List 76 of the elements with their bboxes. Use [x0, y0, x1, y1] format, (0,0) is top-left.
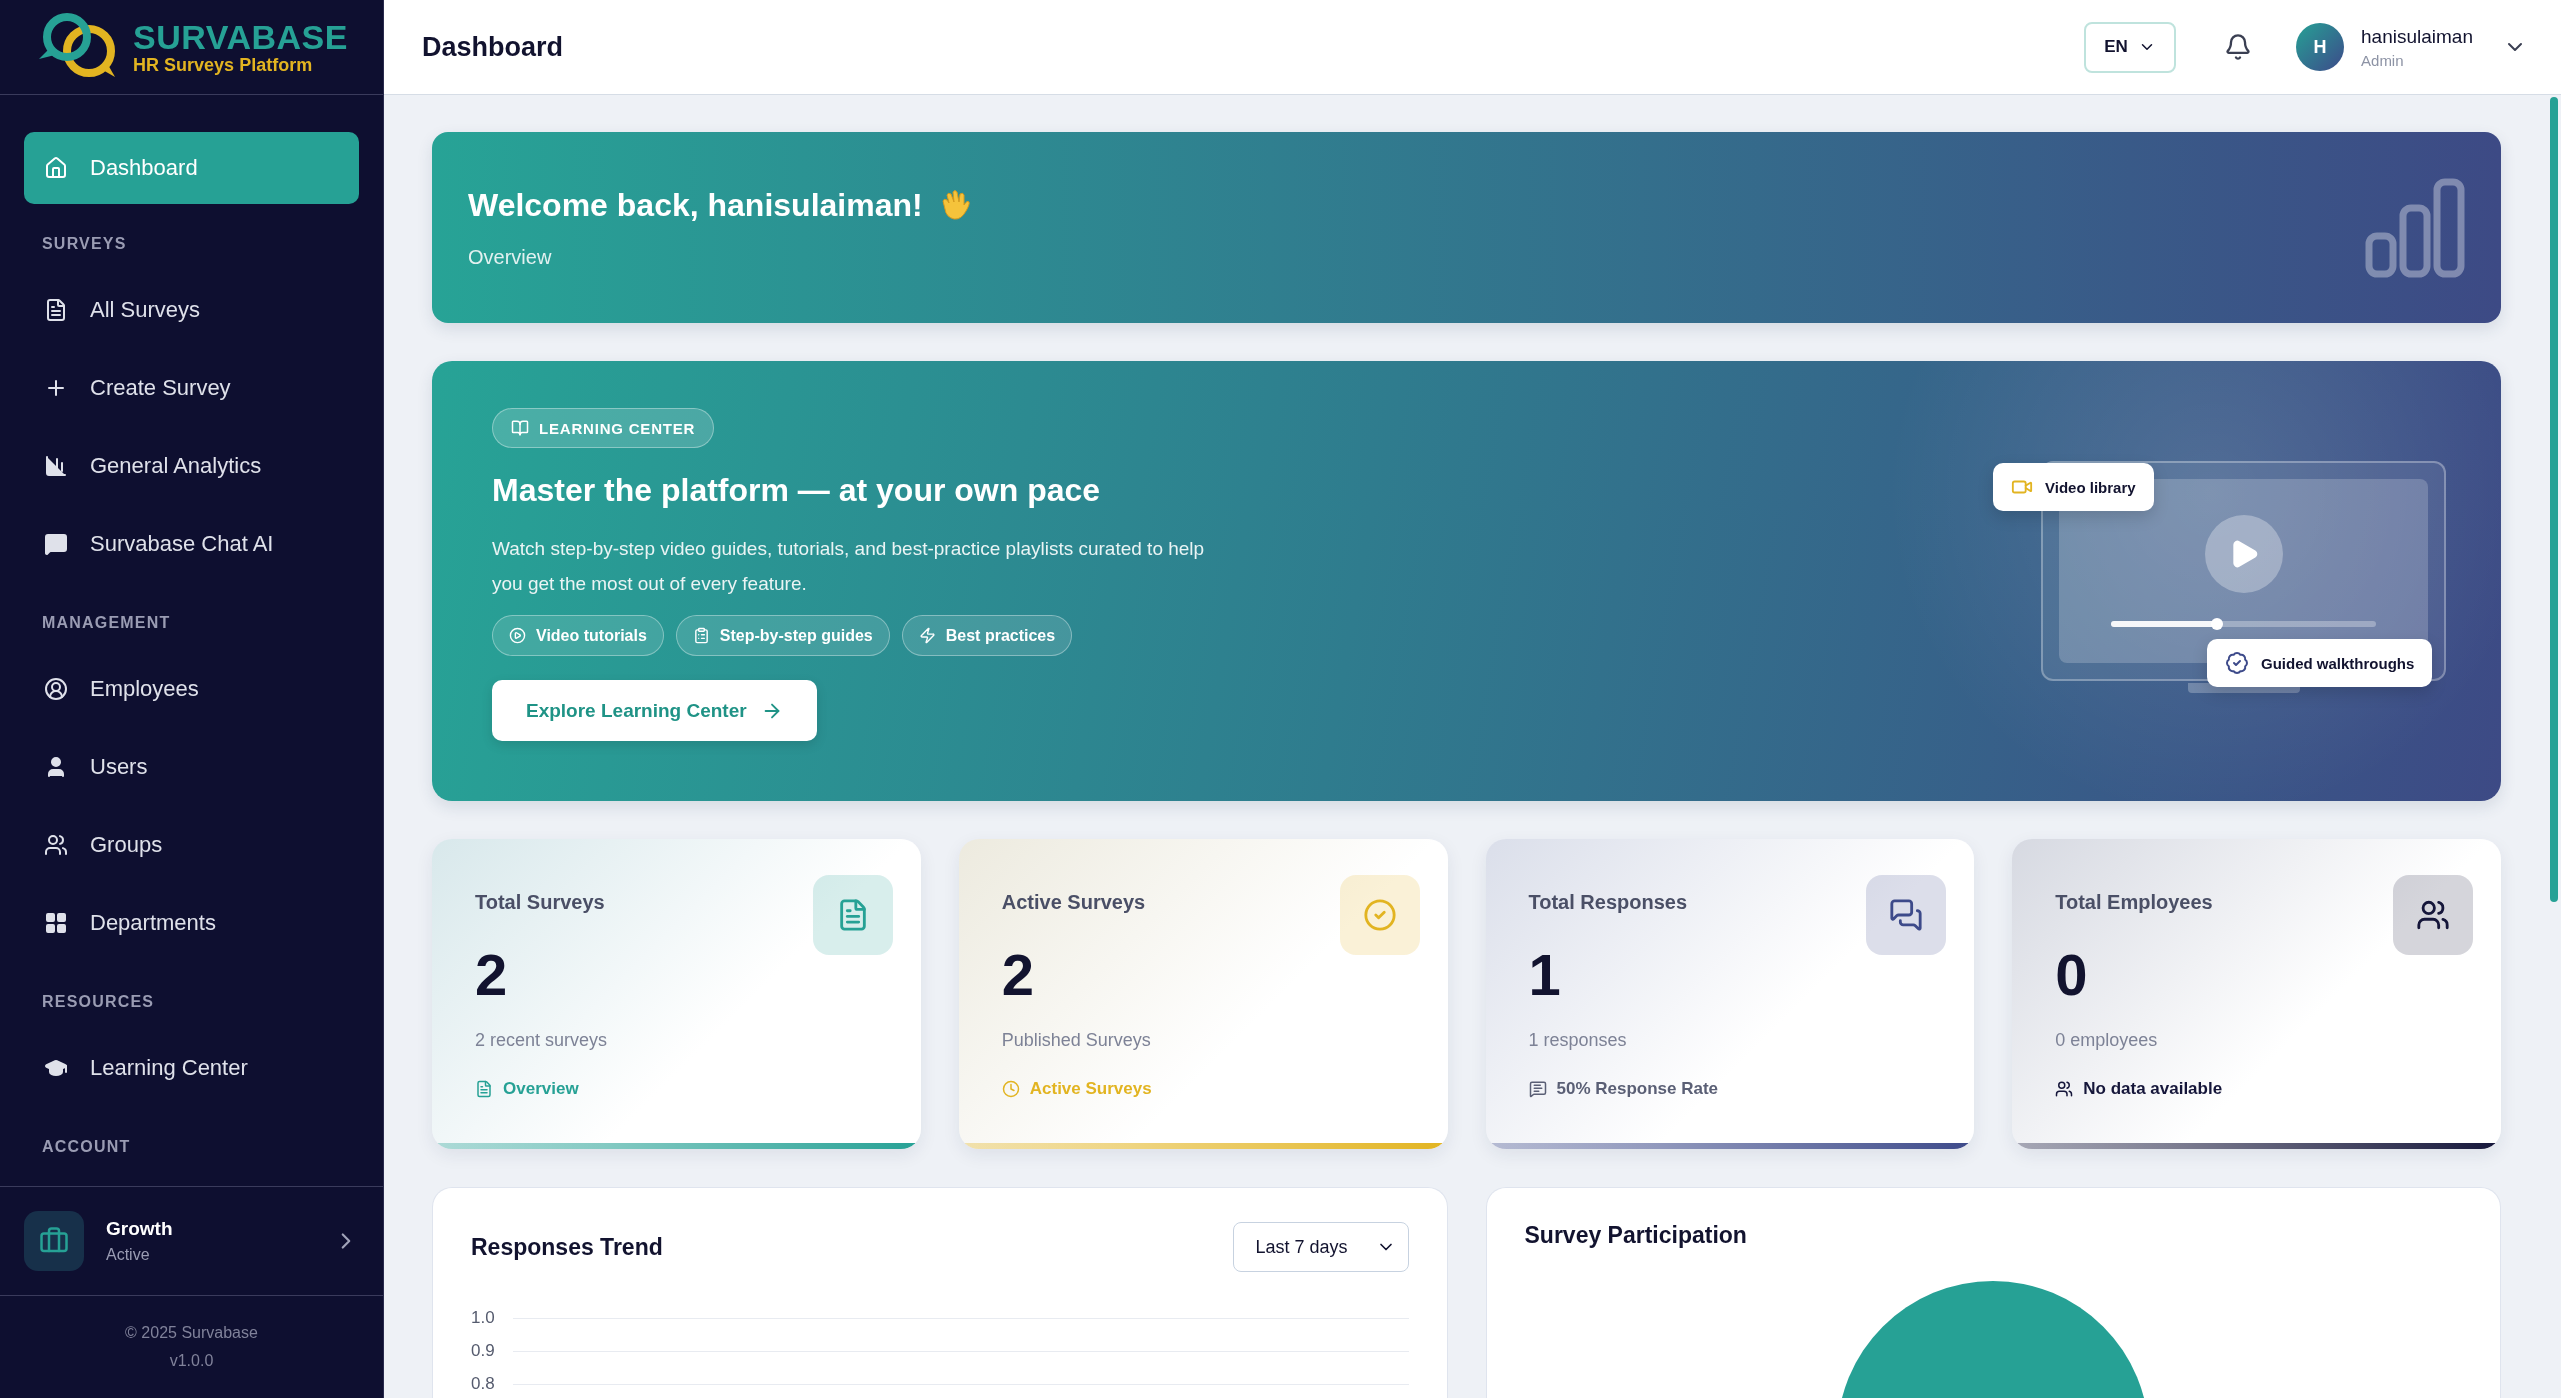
stat-caption: 2 recent surveys — [475, 1030, 609, 1051]
stat-caption: Published Surveys — [1001, 1030, 1152, 1051]
stat-footer-link[interactable]: 50% Response Rate — [1528, 1079, 1947, 1099]
card-title: Responses Trend — [471, 1233, 663, 1261]
user-name: hanisulaiman — [2361, 25, 2473, 48]
learning-center-badge: LEARNING CENTER — [492, 408, 715, 448]
book-icon — [511, 419, 529, 437]
user-circle-icon — [44, 677, 68, 701]
logo-tagline: HR Surveys Platform — [133, 56, 314, 74]
footer-text: v1.0.0 — [169, 1352, 214, 1370]
stat-value: 2 — [1001, 941, 1035, 1008]
sidebar-item[interactable]: All Surveys — [24, 271, 359, 349]
stat-value: 0 — [2055, 941, 2089, 1008]
stat-title: Total Employees — [2055, 891, 2213, 914]
sidebar-item[interactable]: Users — [24, 728, 359, 806]
explore-learning-center-button[interactable]: Explore Learning Center — [492, 680, 817, 741]
learning-title: Master the platform — at your own pace — [492, 472, 1101, 509]
logo-name: SURVABASE — [133, 20, 348, 54]
plan-status: Active — [106, 1246, 151, 1264]
sidebar-item[interactable]: Groups — [24, 806, 359, 884]
language-button[interactable]: EN — [2084, 21, 2177, 73]
axis-label: 0.8 — [471, 1374, 496, 1394]
axis-label: 0.9 — [471, 1341, 496, 1361]
sidebar-item[interactable]: Survabase Chat AI — [24, 505, 359, 583]
plan-name: Growth — [106, 1218, 174, 1240]
guided-walkthroughs-label: Guided walkthroughs — [2207, 639, 2433, 687]
section-heading: RESOURCES — [42, 992, 156, 1012]
learning-description: Watch step-by-step video guides, tutorials, and best-practice playlists curated to help you get the most out of every feature. — [492, 537, 1206, 596]
lightning-icon — [918, 627, 936, 644]
clock-icon — [1001, 1080, 1020, 1098]
stat-caption: 1 responses — [1528, 1030, 1628, 1051]
stat-title: Total Responses — [1528, 891, 1688, 914]
page-title: Dashboard — [422, 31, 565, 63]
video-library-label: Video library — [1993, 463, 2154, 511]
sidebar-item[interactable]: Create Survey — [24, 349, 359, 427]
people-icon — [44, 833, 68, 857]
home-icon — [44, 156, 68, 180]
sidebar-item[interactable]: Employees — [24, 650, 359, 728]
feature-chip: Step-by-step guides — [675, 615, 890, 656]
briefcase-icon — [24, 1211, 84, 1271]
card-title: Survey Participation — [1524, 1222, 1748, 1249]
stat-title: Active Surveys — [1001, 891, 1146, 914]
people-icon — [2055, 1080, 2074, 1098]
scrollbar-thumb[interactable] — [2550, 97, 2558, 902]
footer-text: © 2025 Survabase — [125, 1324, 258, 1342]
sidebar-item[interactable]: Departments — [24, 884, 359, 962]
feature-chip: Best practices — [901, 615, 1073, 656]
feature-chip: Video tutorials — [492, 615, 664, 656]
clipboard-icon — [692, 627, 710, 644]
grid-icon — [44, 911, 68, 935]
section-heading: ACCOUNT — [42, 1137, 132, 1157]
chat-bubble-icon — [44, 532, 68, 556]
sidebar-item[interactable]: General Analytics — [24, 427, 359, 505]
document-icon — [44, 298, 68, 322]
plan-card[interactable]: Growth Active — [0, 1186, 383, 1296]
document-icon — [475, 1080, 493, 1098]
stat-value: 1 — [1528, 941, 1562, 1008]
axis-label: 1.0 — [471, 1308, 496, 1328]
welcome-subtitle: Overview — [468, 245, 553, 269]
welcome-title: Welcome back, hanisulaiman! — [468, 186, 923, 224]
message-icon — [1528, 1080, 1547, 1098]
user-role: Admin — [2361, 51, 2405, 69]
badge-check-icon — [2225, 651, 2249, 675]
bell-icon — [2224, 33, 2253, 61]
user-avatar[interactable]: H — [2296, 23, 2345, 71]
section-heading: SURVEYS — [42, 234, 128, 254]
stat-value: 2 — [475, 941, 509, 1008]
waving-hand-icon — [940, 189, 971, 221]
stat-caption: 0 employees — [2055, 1030, 2159, 1051]
progress-knob[interactable] — [2211, 618, 2223, 630]
sidebar-item[interactable]: Learning Center — [24, 1029, 359, 1107]
stat-footer-link[interactable]: No data available — [2055, 1079, 2473, 1099]
section-heading: MANAGEMENT — [42, 613, 172, 633]
play-circle-icon — [509, 627, 526, 644]
stat-title: Total Surveys — [475, 891, 605, 914]
range-select[interactable]: Last 7 days — [1232, 1222, 1409, 1272]
